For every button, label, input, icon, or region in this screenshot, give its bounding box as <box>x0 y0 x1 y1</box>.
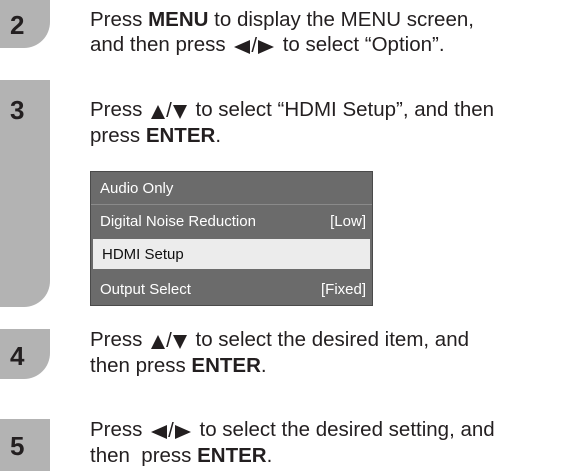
menu-item-digital-noise-reduction[interactable]: Digital Noise Reduction [Low] <box>91 205 372 237</box>
step-2-instruction: Press MENU to display the MENU screen, a… <box>90 7 575 58</box>
step-2-number: 2 <box>10 10 25 40</box>
step-4-number: 4 <box>10 341 25 371</box>
step-3-tab: 3 <box>0 80 50 307</box>
menu-item-value: [Low] <box>330 213 366 230</box>
step-3-instruction: Press / to select “HDMI Setup”, and then… <box>90 97 575 148</box>
step-3-line-2: press ENTER. <box>90 124 222 147</box>
menu-item-audio-only[interactable]: Audio Only <box>91 172 372 204</box>
step-2-tab: 2 <box>0 0 50 48</box>
step-3-number: 3 <box>10 95 25 125</box>
menu-item-label: Digital Noise Reduction <box>100 213 256 230</box>
step-4-line-2: then press ENTER. <box>90 354 267 377</box>
step-5-number: 5 <box>10 431 25 461</box>
step-4-line-1: Press / to select the desired item, and <box>90 328 469 353</box>
left-right-triangle-icon: / <box>151 418 191 443</box>
step-3-line-1: Press / to select “HDMI Setup”, and then <box>90 98 495 123</box>
menu-item-label: HDMI Setup <box>102 246 184 263</box>
menu-item-label: Audio Only <box>100 180 174 197</box>
menu-item-output-select[interactable]: Output Select [Fixed] <box>91 273 372 305</box>
option-menu-screen: Audio Only Digital Noise Reduction [Low]… <box>90 171 373 306</box>
step-4-instruction: Press / to select the desired item, and … <box>90 327 575 378</box>
step-2-line-2: and then press / to select “Option”. <box>90 33 445 58</box>
menu-item-label: Output Select <box>100 281 191 298</box>
menu-item-hdmi-setup[interactable]: HDMI Setup <box>93 239 370 269</box>
step-5-tab: 5 <box>0 419 50 471</box>
menu-item-value: [Fixed] <box>320 281 366 298</box>
step-5-line-2: then press ENTER. <box>90 444 273 467</box>
up-down-triangle-icon: / <box>151 328 187 353</box>
left-right-triangle-icon: / <box>234 33 275 58</box>
step-5-line-1: Press / to select the desired setting, a… <box>90 418 495 443</box>
step-5-instruction: Press / to select the desired setting, a… <box>90 417 575 468</box>
step-4-tab: 4 <box>0 329 50 379</box>
step-2-line-1: Press MENU to display the MENU screen, <box>90 8 474 31</box>
up-down-triangle-icon: / <box>151 98 187 123</box>
